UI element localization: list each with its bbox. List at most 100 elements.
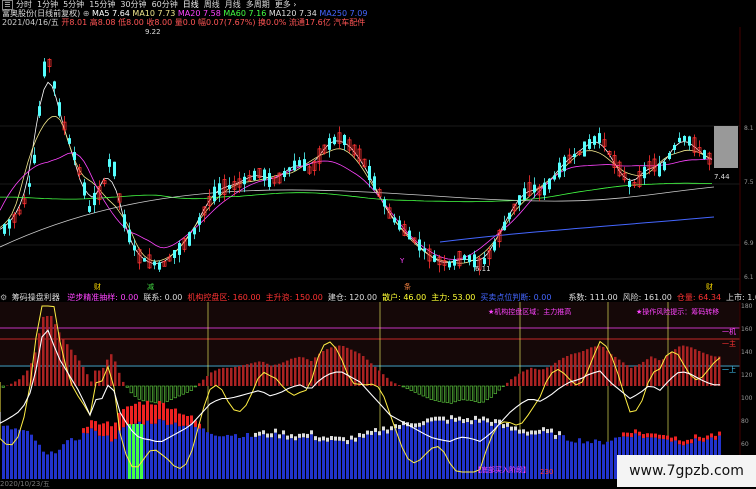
candle-body	[463, 255, 466, 260]
tab-1min[interactable]: 1分钟	[37, 0, 58, 9]
hist-bar	[302, 357, 305, 386]
tab-weekly[interactable]: 周线	[204, 0, 220, 9]
volume-cap	[706, 435, 709, 439]
candle-body	[58, 102, 61, 116]
volume-bar	[238, 438, 241, 479]
indicator-title[interactable]: 筹码操盘利器	[12, 293, 60, 302]
volume-cap	[486, 418, 489, 422]
volume-cap	[482, 417, 485, 421]
volume-cap	[158, 401, 161, 419]
indicator-gear-icon[interactable]: ⚙	[0, 293, 7, 302]
quote-detail: 开8.01 高8.08 低8.00 收8.00 量0.0 幅0.07(7.67%…	[61, 18, 365, 27]
tab-60min[interactable]: 60分钟	[152, 0, 178, 9]
hist-bar	[514, 376, 517, 386]
event-marker[interactable]: 财	[706, 282, 713, 291]
volume-bar	[586, 441, 589, 479]
hist-bar	[558, 360, 561, 386]
candle-body	[173, 250, 176, 258]
hist-bar	[546, 367, 549, 386]
volume-bar	[290, 438, 293, 479]
tab-30min[interactable]: 30分钟	[120, 0, 146, 9]
hist-bar	[234, 367, 237, 386]
hist-bar	[50, 316, 53, 386]
volume-cap	[318, 437, 321, 441]
volume-cap	[138, 402, 141, 422]
hist-bar	[518, 374, 521, 386]
candle-body	[88, 206, 91, 212]
indicator-axis-tick: 80	[741, 418, 749, 425]
hist-bar	[586, 349, 589, 386]
indicator-annotation: ★机构控盘区域：主力推高	[488, 307, 571, 316]
candle-body	[108, 159, 111, 167]
indicator-axis-tick: 100	[741, 395, 753, 402]
hist-bar	[386, 378, 389, 386]
hist-bar	[522, 371, 525, 386]
volume-bar	[82, 433, 85, 479]
candle-body	[628, 181, 631, 187]
volume-cap	[90, 420, 93, 428]
candle-body	[123, 214, 126, 227]
candle-body	[573, 154, 576, 157]
hist-bar	[338, 346, 341, 386]
hist-bar	[206, 376, 209, 386]
indicator-param: 主升浪: 150.00	[266, 293, 323, 302]
ma120-line	[0, 187, 714, 247]
volume-bar	[118, 430, 121, 479]
volume-cap	[530, 430, 533, 434]
volume-cap	[414, 423, 417, 427]
hist-bar	[394, 383, 397, 386]
hist-bar	[398, 385, 401, 386]
indicator-header: ⚙ 筹码操盘利器 逆步精准抽样: 0.00联系: 0.00机构控盘区: 160.…	[0, 293, 756, 302]
tab-daily[interactable]: 日线	[183, 0, 199, 9]
event-marker[interactable]: 条	[404, 282, 411, 291]
hist-bar	[674, 349, 677, 386]
candle-body	[383, 199, 386, 206]
volume-bar	[10, 429, 13, 479]
volume-cap	[114, 423, 117, 439]
indicator-chart[interactable]: ★机构控盘区域：主力推高 ★操作风险提示：筹码转移 【底部买入阶段】 一机 一主…	[0, 302, 756, 479]
tab-fenshi[interactable]: 分时	[16, 0, 32, 9]
volume-cap	[322, 436, 325, 440]
volume-bar	[606, 442, 609, 479]
volume-cap	[382, 426, 385, 430]
volume-bar	[266, 438, 269, 479]
volume-bar	[362, 438, 365, 479]
volume-cap	[642, 434, 645, 438]
hist-bar	[642, 362, 645, 386]
volume-bar	[462, 423, 465, 479]
volume-cap	[662, 435, 665, 439]
hist-bar	[290, 359, 293, 386]
ma5-value: 7.64	[112, 9, 130, 18]
indicator-param: 仓量: 64.34	[677, 293, 721, 302]
volume-bar	[170, 424, 173, 479]
volume-bar	[394, 428, 397, 479]
candle-body	[493, 242, 496, 251]
hist-bar	[606, 351, 609, 386]
ma10-label: MA10	[132, 9, 155, 18]
candle-body	[253, 171, 256, 180]
volume-bar	[418, 427, 421, 479]
hist-bar	[658, 360, 661, 386]
hist-bar	[242, 365, 245, 386]
volume-cap	[342, 437, 345, 441]
volume-cap	[694, 434, 697, 438]
tab-more[interactable]: 更多 ›	[275, 0, 297, 9]
hist-bar	[538, 370, 541, 386]
volume-cap	[294, 436, 297, 440]
tab-15min[interactable]: 15分钟	[89, 0, 115, 9]
indicator-annotation: ★操作风险提示：筹码转移	[636, 307, 719, 316]
event-marker[interactable]: 减	[147, 282, 154, 291]
volume-bar	[470, 424, 473, 479]
volume-cap	[634, 429, 637, 433]
hist-bar	[698, 351, 701, 386]
volume-bar	[274, 433, 277, 479]
tab-5min[interactable]: 5分钟	[63, 0, 84, 9]
volume-cap	[490, 422, 493, 426]
event-marker[interactable]: Y	[399, 257, 405, 265]
tab-monthly[interactable]: 月线	[225, 0, 241, 9]
tab-multi-period[interactable]: 多周期	[246, 0, 270, 9]
volume-bar	[86, 433, 89, 479]
event-marker[interactable]: 财	[94, 282, 101, 291]
hist-bar	[322, 351, 325, 386]
price-chart[interactable]: 9.22 6.11 7.44 8.1 7.5 6.9 6.1 财 减 Y 条 财	[0, 27, 756, 293]
